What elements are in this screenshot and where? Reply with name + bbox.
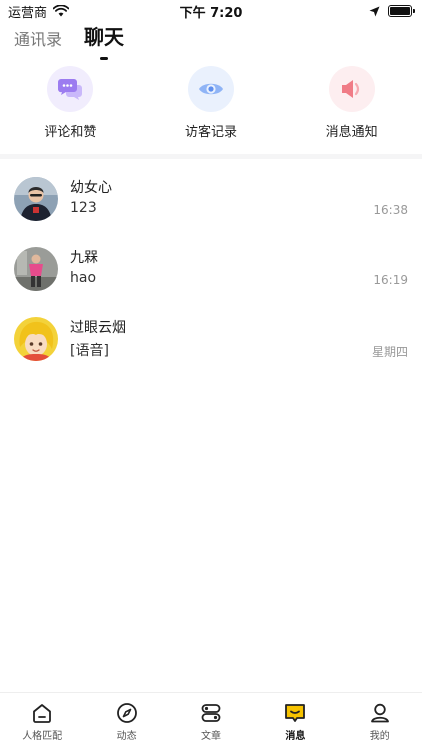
- chat-time: 16:38: [373, 203, 408, 217]
- speaker-icon: [328, 66, 375, 112]
- tab-messages-label: 消息: [285, 731, 306, 742]
- chat-body: 九槑 hao 16:19: [70, 247, 408, 291]
- chat-row[interactable]: 过眼云烟 [语音] 星期四: [0, 304, 422, 374]
- quick-actions: 评论和赞 访客记录 消息通知: [0, 66, 422, 150]
- section-divider: [0, 154, 422, 159]
- tab-active-indicator: [100, 57, 109, 60]
- chat-last-message: hao: [70, 270, 97, 286]
- chat-name: 幼女心: [70, 180, 112, 196]
- comments-likes-label: 评论和赞: [44, 125, 97, 140]
- status-right: [369, 5, 415, 17]
- status-left: 运营商: [8, 2, 70, 21]
- avatar: [14, 177, 58, 221]
- tab-match-label: 人格匹配: [22, 731, 63, 742]
- avatar: [14, 317, 58, 361]
- chat-last-message: 123: [70, 200, 97, 216]
- chat-bubbles-icon: [47, 66, 94, 112]
- location-arrow-icon: [369, 6, 380, 16]
- chat-row[interactable]: 幼女心 123 16:38: [0, 164, 422, 234]
- chat-name: 过眼云烟: [70, 320, 126, 336]
- tab-contacts-label: 通讯录: [14, 30, 63, 49]
- bottom-tab-bar: 人格匹配 动态 文章 消息 我的: [0, 692, 422, 750]
- tab-feed[interactable]: 动态: [85, 702, 169, 750]
- comments-likes-button[interactable]: 评论和赞: [10, 66, 130, 150]
- tab-articles[interactable]: 文章: [169, 702, 253, 750]
- message-icon: [285, 704, 306, 722]
- carrier-label: 运营商: [8, 5, 48, 21]
- chat-body: 幼女心 123 16:38: [70, 177, 408, 221]
- chat-time: 星期四: [371, 345, 408, 359]
- status-bar: 运营商 下午 7:20: [0, 0, 422, 22]
- tab-chat-label: 聊天: [84, 25, 125, 49]
- tab-contacts[interactable]: 通讯录: [14, 26, 62, 56]
- chat-body: 过眼云烟 [语音] 星期四: [70, 317, 408, 361]
- message-notice-label: 消息通知: [325, 125, 378, 140]
- tab-chat[interactable]: 聊天: [84, 21, 125, 60]
- top-tabs: 通讯录 聊天: [14, 21, 125, 60]
- chat-row[interactable]: 九槑 hao 16:19: [0, 234, 422, 304]
- compass-icon: [116, 703, 137, 723]
- visitor-record-label: 访客记录: [184, 125, 237, 140]
- chat-page: 运营商 下午 7:20 通讯录 聊天 评论和赞 访客记录 消息通知 幼女心 12…: [0, 0, 422, 750]
- eye-icon: [187, 66, 234, 112]
- tab-feed-label: 动态: [116, 731, 137, 742]
- chat-time: 16:19: [373, 273, 408, 287]
- battery-icon: [388, 5, 415, 17]
- chat-list: 幼女心 123 16:38 九槑 hao 16:19 过眼云烟 [语音] 星期四: [0, 164, 422, 374]
- avatar: [14, 247, 58, 291]
- toggles-icon: [201, 704, 221, 722]
- tab-articles-label: 文章: [200, 731, 221, 742]
- profile-icon: [370, 703, 389, 723]
- tab-profile[interactable]: 我的: [338, 702, 422, 750]
- message-notice-button[interactable]: 消息通知: [292, 66, 412, 150]
- chat-last-message: [语音]: [70, 343, 109, 359]
- home-icon: [33, 704, 52, 723]
- tab-profile-label: 我的: [369, 731, 390, 742]
- tab-match[interactable]: 人格匹配: [0, 702, 84, 750]
- wifi-icon: [53, 5, 70, 17]
- tab-messages[interactable]: 消息: [253, 702, 337, 750]
- chat-name: 九槑: [70, 250, 98, 266]
- visitor-record-button[interactable]: 访客记录: [151, 66, 271, 150]
